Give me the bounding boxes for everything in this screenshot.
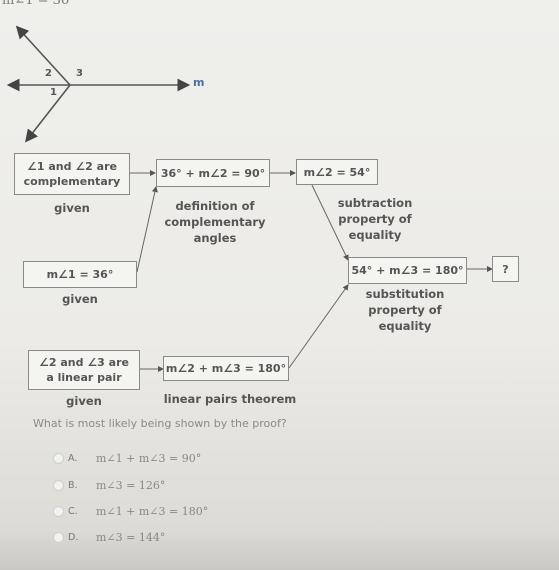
reason-given-2: given (62, 292, 98, 306)
reason-given-1: given (54, 201, 90, 215)
reason-linear-pairs-theorem: linear pairs theorem (163, 392, 297, 406)
angle-1-label: 1 (50, 87, 57, 98)
ray-down-left (25, 84, 71, 143)
radio-button[interactable] (53, 479, 64, 491)
ray-up-left (15, 25, 71, 86)
question-text: What is most likely being shown by the p… (33, 417, 287, 430)
radio-button[interactable] (53, 531, 64, 543)
choice-text: m∠3 = 144° (96, 530, 166, 544)
reason-line: definition of (175, 199, 255, 213)
radio-button[interactable] (53, 505, 64, 517)
choice-d[interactable]: D. m∠3 = 144° (53, 529, 165, 545)
choice-letter: B. (68, 479, 78, 491)
choice-text: m∠1 + m∠3 = 180° (96, 504, 209, 518)
statement-54-plus-m3: 54° + m∠3 = 180° (348, 257, 467, 284)
reason-def-complementary: definition of complementary angles (150, 198, 280, 246)
reason-line: equality (378, 319, 432, 333)
reason-subtraction: subtraction property of equality (320, 195, 430, 243)
reason-line: property of (338, 212, 412, 226)
arrow-s8-s5 (288, 284, 349, 369)
reason-substitution: substitution property of equality (345, 286, 465, 334)
statement-text: complementary (23, 175, 121, 188)
choice-b[interactable]: B. m∠3 = 126° (53, 477, 165, 493)
statement-m2-54: m∠2 = 54° (296, 159, 378, 185)
statement-text: ∠2 and ∠3 are (39, 356, 129, 369)
line-m-label: m (193, 76, 205, 89)
choice-letter: C. (68, 505, 78, 517)
statement-text: ∠1 and ∠2 are (27, 160, 117, 173)
statement-36-plus-m2: 36° + m∠2 = 90° (156, 159, 270, 187)
angle-3-label: 3 (76, 68, 83, 79)
choice-letter: D. (68, 531, 79, 543)
statement-m2-plus-m3: m∠2 + m∠3 = 180° (163, 356, 289, 381)
choice-a[interactable]: A. m∠1 + m∠3 = 90° (53, 450, 201, 466)
reason-given-3: given (66, 394, 102, 408)
choice-letter: A. (68, 452, 78, 464)
reason-line: angles (193, 231, 237, 245)
choice-text: m∠1 + m∠3 = 90° (96, 451, 202, 465)
radio-button[interactable] (53, 452, 64, 464)
statement-complementary: ∠1 and ∠2 are complementary (14, 153, 130, 195)
angle-2-label: 2 (45, 68, 52, 79)
reason-line: equality (348, 228, 402, 242)
choice-c[interactable]: C. m∠1 + m∠3 = 180° (53, 503, 208, 519)
reason-line: property of (368, 303, 442, 317)
reason-line: complementary (164, 215, 266, 229)
statement-m1-36: m∠1 = 36° (23, 261, 137, 288)
reason-line: subtraction (337, 196, 413, 210)
statement-unknown: ? (492, 256, 519, 282)
statement-linear-pair: ∠2 and ∠3 are a linear pair (28, 350, 140, 390)
reason-line: substitution (365, 287, 445, 301)
statement-text: a linear pair (46, 371, 122, 384)
choice-text: m∠3 = 126° (96, 478, 166, 492)
